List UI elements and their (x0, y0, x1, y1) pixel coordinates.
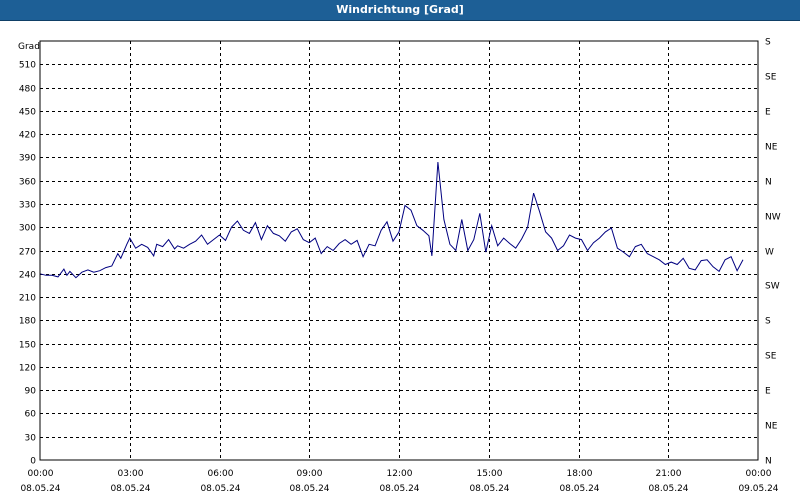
y2-tick-label: NW (765, 213, 781, 223)
x-tick-time-label: 15:00 (477, 469, 503, 479)
y-tick-label: 510 (19, 61, 36, 71)
y2-tick-label: N (765, 178, 772, 188)
y-tick-label: 390 (19, 154, 36, 164)
y-tick-label: 180 (19, 317, 36, 327)
x-tick-date-label: 08.05.24 (379, 484, 419, 494)
y-tick-label: 360 (19, 178, 36, 188)
x-tick-time-label: 00:00 (28, 469, 54, 479)
chart: Grad 0 30 60 90 120 150 180 210 240 270 300 330 360 3… (18, 38, 781, 495)
x-tick-date-label: 09.05.24 (738, 484, 778, 494)
x-tick-time-label: 00:00 (746, 469, 772, 479)
y-tick-label: 210 (19, 294, 36, 304)
y2-tick-label: E (765, 108, 771, 118)
y-axis-label: Grad (18, 42, 40, 52)
y-tick-label: 90 (25, 387, 37, 397)
x-tick-date-label: 08.05.24 (200, 484, 240, 494)
x-tick-time-label: 21:00 (656, 469, 682, 479)
y-tick-label: 30 (25, 434, 37, 444)
x-tick-date-label: 08.05.24 (110, 484, 150, 494)
y-tick-label: 120 (19, 364, 36, 374)
y2-tick-label: N (765, 457, 772, 467)
x-tick-time-label: 03:00 (118, 469, 144, 479)
y2-tick-label: E (765, 387, 771, 397)
x-tick-time-label: 12:00 (387, 469, 413, 479)
y-tick-label: 60 (25, 410, 37, 420)
y-tick-label: 300 (19, 224, 36, 234)
y-tick-label: 480 (19, 85, 36, 95)
y2-tick-label: W (765, 248, 774, 258)
y2-tick-label: SE (765, 352, 777, 362)
chart-title: Windrichtung [Grad] (0, 0, 800, 21)
y-tick-label: 270 (19, 248, 36, 258)
x-tick-date-label: 08.05.24 (469, 484, 509, 494)
x-tick-date-label: 08.05.24 (20, 484, 60, 494)
y-tick-label: 240 (19, 271, 36, 281)
series-line (39, 161, 744, 279)
y2-tick-label: SE (765, 73, 777, 83)
grid-lines (40, 41, 758, 460)
y2-tick-label: SW (765, 282, 780, 292)
x-tick-time-label: 06:00 (208, 469, 234, 479)
y2-tick-label: NE (765, 422, 778, 432)
x-tick-date-label: 08.05.24 (289, 484, 329, 494)
y2-tick-label: S (765, 38, 771, 48)
x-tick-date-label: 08.05.24 (559, 484, 599, 494)
x-tick-time-label: 09:00 (297, 469, 323, 479)
y-tick-label: 150 (19, 341, 36, 351)
y2-tick-label: NE (765, 143, 778, 153)
y-tick-label: 420 (19, 131, 36, 141)
y-tick-label: 450 (19, 108, 36, 118)
y-tick-label: 0 (30, 457, 36, 467)
x-tick-time-label: 18:00 (567, 469, 593, 479)
y2-tick-label: S (765, 317, 771, 327)
series-layer (39, 161, 744, 279)
y-tick-label: 330 (19, 201, 36, 211)
x-tick-date-label: 08.05.24 (648, 484, 688, 494)
